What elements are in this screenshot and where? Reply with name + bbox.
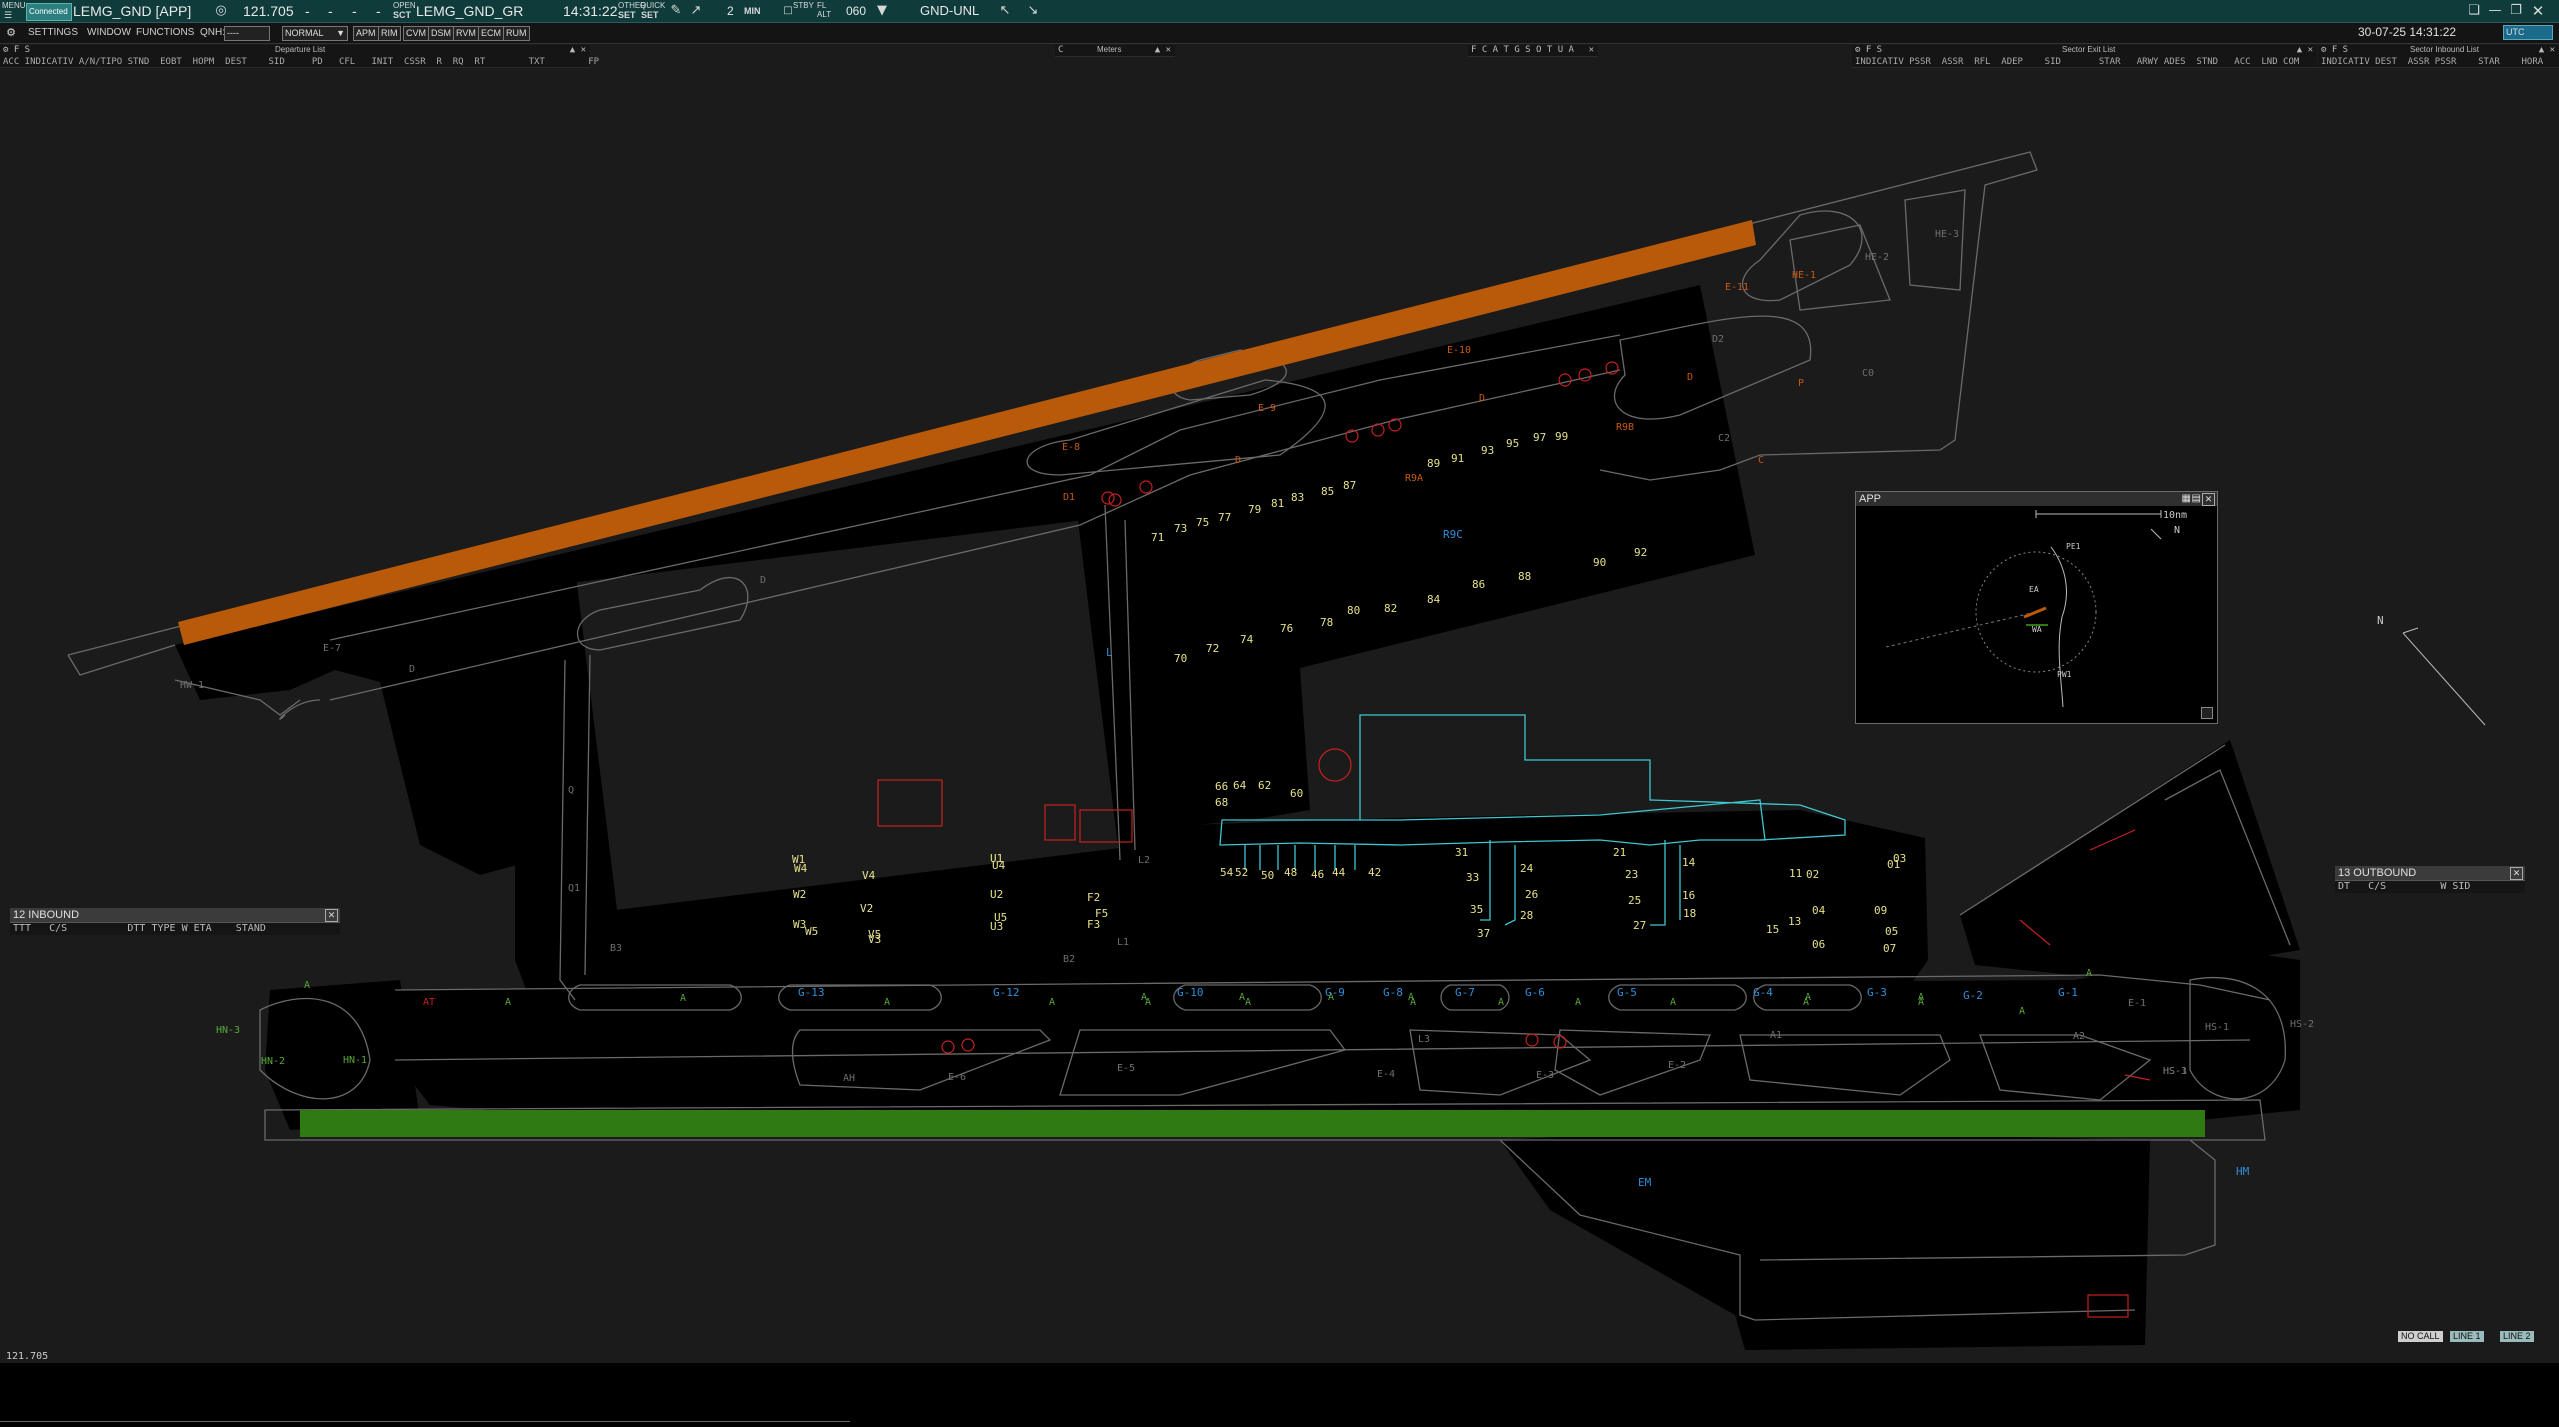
inbound-panel-title-bar[interactable]: 12 INBOUND ✕ [10,908,340,922]
app-fix-wa: WA [2032,625,2042,634]
east-apron-area [1960,740,2300,980]
line-2-badge[interactable]: LINE 2 [2500,1331,2534,1342]
app-resize-handle[interactable] [2201,707,2213,719]
outbound-panel[interactable]: 13 OUTBOUND ✕ DT C/S W SID [2335,866,2525,893]
frequency-readout: 121.705 [6,1351,49,1362]
south-taxi-area [1500,1130,2150,1350]
approach-line [1885,611,2037,648]
east-pad-2 [1789,224,1891,311]
outbound-panel-title-bar[interactable]: 13 OUTBOUND ✕ [2335,866,2525,880]
east-loop-2 [1742,210,1863,302]
inbound-columns: TTT C/S DTT TYPE W ETA STAND [10,922,340,935]
inbound-close-icon[interactable]: ✕ [325,909,338,922]
app-title: APP [1859,493,1882,505]
app-fix-pe1: PE1 [2066,542,2081,551]
app-fix-ea: EA [2029,585,2039,594]
compass-pointer-tip [2402,627,2419,634]
app-radar-scope[interactable] [1856,507,2217,723]
east-pad-1 [1904,189,1966,291]
app-settings-icon[interactable]: ▤ [2192,492,2201,506]
north-arrow [2150,528,2162,540]
app-range-label: 10nm [2163,510,2188,521]
apron-surfaces [175,285,2300,1350]
compass-pointer-line [2402,632,2486,726]
line-1-badge[interactable]: LINE 1 [2450,1331,2484,1342]
outbound-close-icon[interactable]: ✕ [2510,867,2523,880]
no-call-badge[interactable]: NO CALL [2398,1331,2443,1342]
runway-symbol [2023,606,2047,619]
app-title-bar[interactable]: APP ▦ ▤ ✕ [1856,492,2217,506]
outbound-columns: DT C/S W SID [2335,880,2525,893]
inbound-panel-title: 12 INBOUND [13,909,80,921]
runway-12-30 [300,1110,2205,1137]
outbound-panel-title: 13 OUTBOUND [2338,867,2417,879]
app-fix-pw1: PW1 [2057,670,2072,679]
compass-north-label: N [2377,614,2384,627]
west-link-area [265,980,420,1130]
hotspot-circle-1 [1318,748,1352,782]
app-filter-icon[interactable]: ▦ [2182,492,2191,506]
coastline [2050,546,2067,708]
app-north-label: N [2174,525,2181,536]
command-line-strip[interactable] [0,1363,2559,1427]
inbound-panel[interactable]: 12 INBOUND ✕ TTT C/S DTT TYPE W ETA STAN… [10,908,340,935]
command-input-line[interactable] [0,1421,850,1422]
app-close-icon[interactable]: ✕ [2202,493,2215,506]
app-radar-window[interactable]: APP ▦ ▤ ✕ 10nm N PE1 EA WA PW1 [1855,491,2218,724]
